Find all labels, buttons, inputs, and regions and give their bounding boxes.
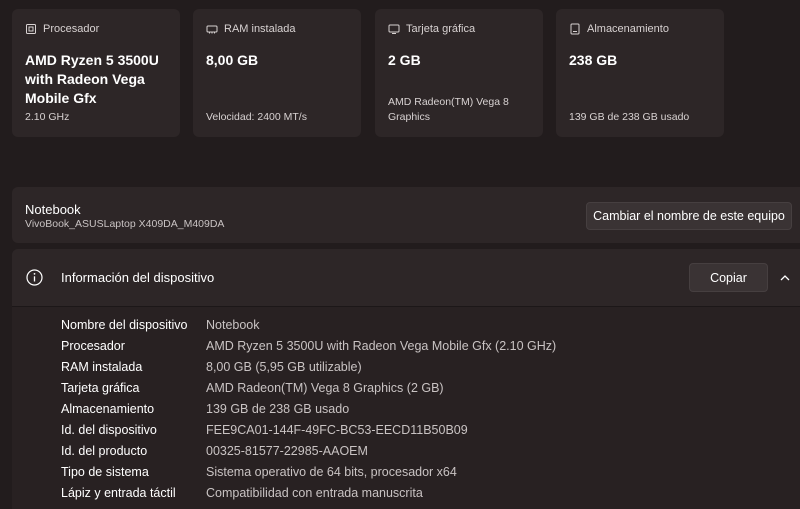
spec-label: Tarjeta gráfica	[61, 381, 140, 395]
copy-button[interactable]: Copiar	[689, 263, 768, 292]
processor-card-value: AMD Ryzen 5 3500U with Radeon Vega Mobil…	[25, 52, 159, 106]
graphics-card-value: 2 GB	[388, 52, 421, 68]
spec-value[interactable]: Compatibilidad con entrada manuscrita	[206, 483, 423, 503]
storage-card: Almacenamiento 238 GB 139 GB de 238 GB u…	[556, 9, 724, 137]
ram-icon	[206, 23, 218, 35]
spec-value[interactable]: FEE9CA01-144F-49FC-BC53-EECD11B50B09	[206, 420, 468, 440]
spec-value[interactable]: 139 GB de 238 GB usado	[206, 399, 349, 419]
ram-card-sub: Velocidad: 2400 MT/s	[206, 111, 307, 123]
spec-label: Almacenamiento	[61, 402, 155, 416]
graphics-card-sub: AMD Radeon(TM) Vega 8 Graphics	[388, 96, 509, 123]
ram-card-header: RAM instalada	[224, 23, 296, 35]
storage-card-header: Almacenamiento	[587, 23, 669, 35]
processor-icon	[25, 23, 37, 35]
device-name: Notebook	[25, 202, 81, 217]
spec-label: Id. del producto	[61, 444, 148, 458]
spec-value[interactable]: 8,00 GB (5,95 GB utilizable)	[206, 357, 362, 377]
processor-card-sub: 2.10 GHz	[25, 111, 70, 123]
spec-value[interactable]: AMD Ryzen 5 3500U with Radeon Vega Mobil…	[206, 336, 556, 356]
graphics-card: Tarjeta gráfica 2 GB AMD Radeon(TM) Vega…	[375, 9, 543, 137]
graphics-card-icon	[388, 23, 400, 35]
spec-value[interactable]: Sistema operativo de 64 bits, procesador…	[206, 462, 457, 482]
graphics-card-header: Tarjeta gráfica	[406, 23, 476, 35]
spec-label: Lápiz y entrada táctil	[61, 486, 176, 500]
device-model: VivoBook_ASUSLaptop X409DA_M409DA	[25, 218, 225, 230]
spec-label: RAM instalada	[61, 360, 143, 374]
spec-value[interactable]: Notebook	[206, 315, 260, 335]
spec-value[interactable]: AMD Radeon(TM) Vega 8 Graphics (2 GB)	[206, 378, 444, 398]
spec-value[interactable]: 00325-81577-22985-AAOEM	[206, 441, 368, 461]
spec-label: Tipo de sistema	[61, 465, 149, 479]
processor-card: Procesador AMD Ryzen 5 3500U with Radeon…	[12, 9, 180, 137]
storage-icon	[569, 23, 581, 35]
storage-card-value: 238 GB	[569, 52, 618, 68]
spec-label: Id. del dispositivo	[61, 423, 157, 437]
ram-card-value: 8,00 GB	[206, 52, 259, 68]
spec-label: Nombre del dispositivo	[61, 318, 188, 332]
ram-card: RAM instalada 8,00 GB Velocidad: 2400 MT…	[193, 9, 361, 137]
device-info-header[interactable]: Información del dispositivo Copiar	[12, 249, 800, 307]
info-icon	[26, 269, 43, 286]
rename-pc-button[interactable]: Cambiar el nombre de este equipo	[586, 202, 792, 230]
chevron-up-icon[interactable]	[778, 271, 792, 285]
device-info-title: Información del dispositivo	[61, 270, 215, 285]
device-name-row: Notebook VivoBook_ASUSLaptop X409DA_M409…	[12, 187, 800, 243]
storage-card-sub: 139 GB de 238 GB usado	[569, 111, 690, 123]
spec-label: Procesador	[61, 339, 125, 353]
device-info-panel: Información del dispositivo Copiar Nombr…	[12, 249, 800, 509]
processor-card-header: Procesador	[43, 23, 100, 35]
